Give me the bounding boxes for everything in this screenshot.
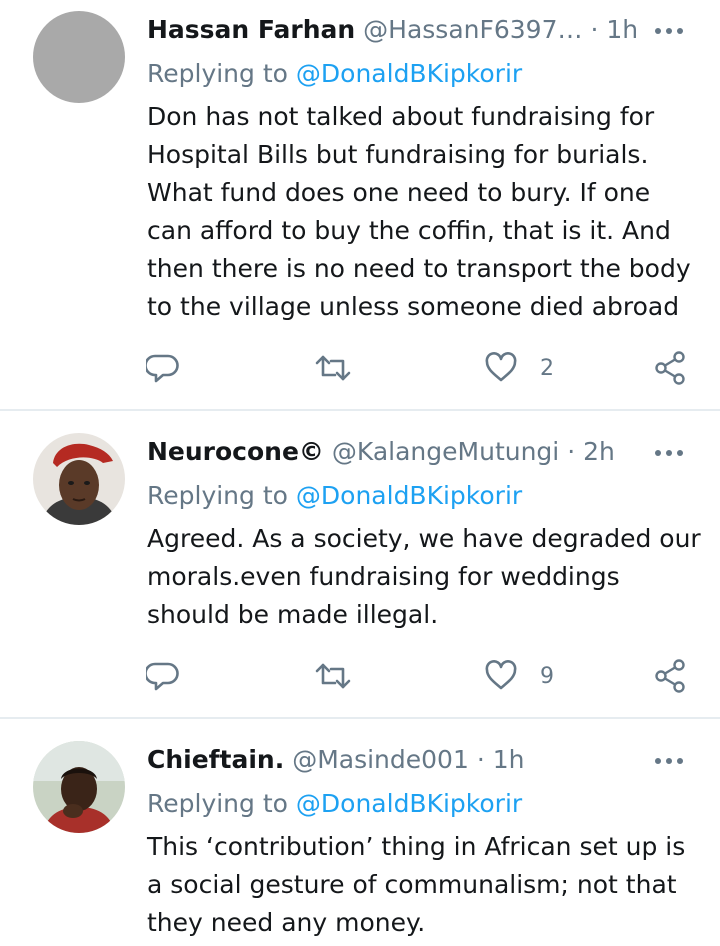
user-handle[interactable]: @KalangeMutungi xyxy=(332,437,559,466)
like-button[interactable]: 2 xyxy=(484,350,554,386)
separator-dot: · xyxy=(590,15,599,44)
user-handle[interactable]: @Masinde001 xyxy=(292,745,469,774)
tweet-header: Hassan Farhan @HassanF6397… · 1h xyxy=(147,14,638,46)
text-line: morals.even fundraising for weddings xyxy=(147,562,620,591)
share-icon xyxy=(655,351,685,385)
more-icon[interactable] xyxy=(652,443,688,463)
more-icon[interactable] xyxy=(652,751,688,771)
heart-icon xyxy=(485,660,517,690)
text-line: to the village unless someone died abroa… xyxy=(147,292,680,321)
text-line: should be made illegal. xyxy=(147,600,439,629)
tweet-divider xyxy=(0,409,720,411)
replying-to: Replying to @DonaldBKipkorir xyxy=(147,788,522,820)
tweet-header: Neurocone© @KalangeMutungi · 2h xyxy=(147,436,615,468)
tweet-reply[interactable]: Chieftain. @Masinde001 · 1h Replying to … xyxy=(0,730,720,946)
retweet-icon xyxy=(315,355,351,381)
avatar[interactable] xyxy=(33,741,125,833)
display-name[interactable]: Neurocone© xyxy=(147,437,324,466)
separator-dot: · xyxy=(476,745,485,774)
replying-to: Replying to @DonaldBKipkorir xyxy=(147,58,522,90)
more-icon[interactable] xyxy=(652,21,688,41)
share-button[interactable] xyxy=(654,658,688,694)
like-count: 2 xyxy=(540,355,554,381)
text-line: then there is no need to transport the b… xyxy=(147,254,691,283)
tweet-divider xyxy=(0,717,720,719)
tweet-header: Chieftain. @Masinde001 · 1h xyxy=(147,744,525,776)
timestamp[interactable]: 1h xyxy=(606,15,638,44)
reply-button[interactable] xyxy=(146,658,180,694)
reply-icon xyxy=(146,662,179,691)
mention-link[interactable]: @DonaldBKipkorir xyxy=(296,59,522,88)
like-button[interactable]: 9 xyxy=(484,658,554,694)
text-line: What fund does one need to bury. If one xyxy=(147,178,651,207)
avatar[interactable] xyxy=(33,11,125,103)
heart-icon xyxy=(485,352,517,382)
reply-icon xyxy=(146,354,179,383)
user-handle[interactable]: @HassanF6397… xyxy=(363,15,582,44)
like-count: 9 xyxy=(540,663,554,689)
text-line: Agreed. As a society, we have degraded o… xyxy=(147,524,701,553)
retweet-button[interactable] xyxy=(314,350,352,386)
text-line: Hospital Bills but fundraising for buria… xyxy=(147,140,649,169)
share-icon xyxy=(655,659,685,693)
display-name[interactable]: Chieftain. xyxy=(147,745,284,774)
replying-to-label: Replying to xyxy=(147,481,288,510)
text-line: Don has not talked about fundraising for xyxy=(147,102,655,131)
avatar[interactable] xyxy=(33,433,125,525)
replying-to: Replying to @DonaldBKipkorir xyxy=(147,480,522,512)
replying-to-label: Replying to xyxy=(147,59,288,88)
mention-link[interactable]: @DonaldBKipkorir xyxy=(296,789,522,818)
tweet-reply[interactable]: Neurocone© @KalangeMutungi · 2h Replying… xyxy=(0,422,720,718)
text-line: they need any money. xyxy=(147,908,426,937)
replying-to-label: Replying to xyxy=(147,789,288,818)
reply-button[interactable] xyxy=(146,350,180,386)
timestamp[interactable]: 2h xyxy=(583,437,615,466)
tweet-text: This ‘contribution’ thing in African set… xyxy=(147,828,707,942)
tweet-reply[interactable]: Hassan Farhan @HassanF6397… · 1h Replyin… xyxy=(0,0,720,410)
timestamp[interactable]: 1h xyxy=(493,745,525,774)
retweet-button[interactable] xyxy=(314,658,352,694)
separator-dot: · xyxy=(567,437,576,466)
share-button[interactable] xyxy=(654,350,688,386)
mention-link[interactable]: @DonaldBKipkorir xyxy=(296,481,522,510)
text-line: can afford to buy the coffin, that is it… xyxy=(147,216,671,245)
retweet-icon xyxy=(315,663,351,689)
text-line: This ‘contribution’ thing in African set… xyxy=(147,832,686,861)
tweet-text: Don has not talked about fundraising for… xyxy=(147,98,707,326)
text-line: a social gesture of communalism; not tha… xyxy=(147,870,677,899)
display-name[interactable]: Hassan Farhan xyxy=(147,15,355,44)
tweet-text: Agreed. As a society, we have degraded o… xyxy=(147,520,707,634)
